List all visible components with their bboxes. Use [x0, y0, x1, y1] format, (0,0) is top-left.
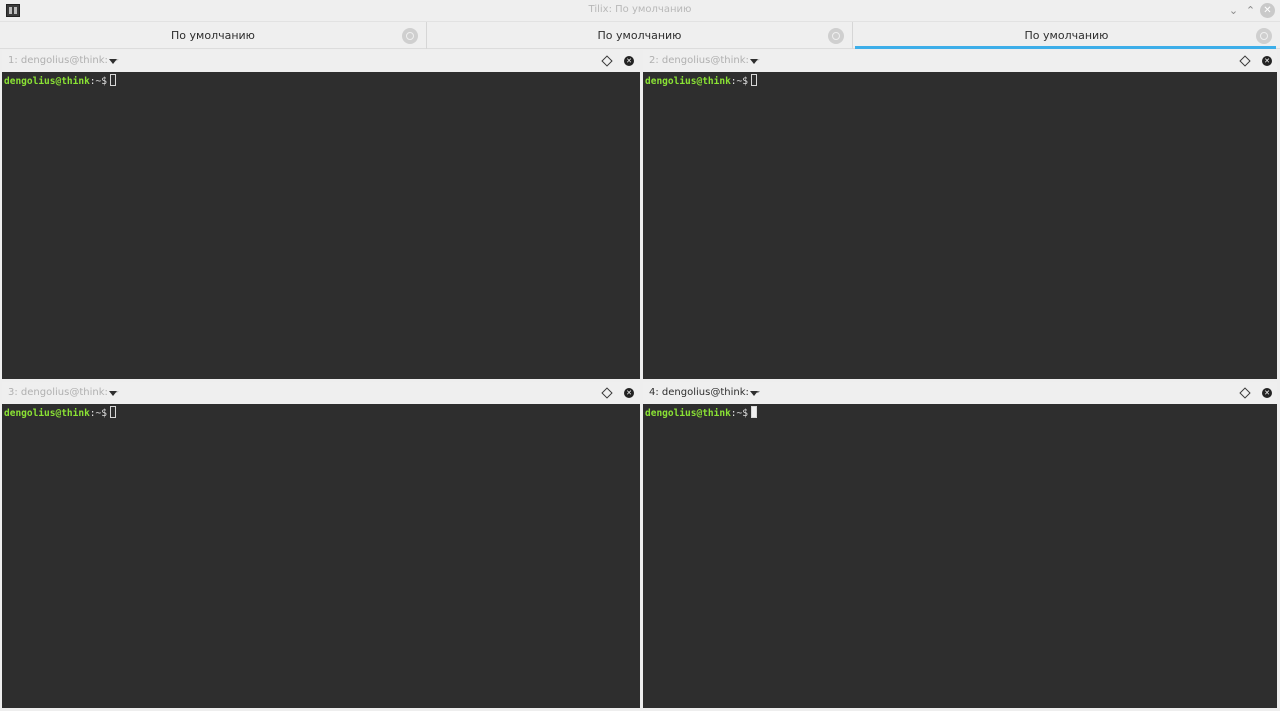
pane-header: 1: dengolius@think: ~ ✕ [2, 50, 640, 72]
window-title: Tilix: По умолчанию [588, 4, 692, 15]
close-pane-icon[interactable]: ✕ [1262, 56, 1272, 66]
pane-menu-chevron-icon[interactable] [109, 391, 117, 396]
close-session-icon[interactable] [1256, 28, 1272, 44]
session-tab-1[interactable]: По умолчанию [0, 22, 427, 49]
maximize-pane-icon[interactable] [1239, 387, 1251, 399]
minimize-icon[interactable]: ⌄ [1226, 3, 1241, 18]
session-tab-label: По умолчанию [171, 29, 255, 42]
prompt-path: :~$ [730, 76, 748, 87]
prompt-user: dengolius@think [4, 408, 90, 419]
terminal-cursor [109, 406, 116, 418]
terminal-pane-4[interactable]: 4: dengolius@think: ~ ✕ dengolius@think:… [643, 382, 1277, 708]
prompt-user: dengolius@think [4, 76, 90, 87]
session-tab-label: По умолчанию [1024, 29, 1109, 42]
terminal-pane-2[interactable]: 2: dengolius@think: ~ ✕ dengolius@think:… [643, 50, 1277, 379]
pane-title[interactable]: 3: dengolius@think: ~ [8, 387, 119, 398]
terminal-output[interactable]: dengolius@think:~$ [643, 72, 1277, 379]
close-pane-icon[interactable]: ✕ [624, 388, 634, 398]
pane-menu-chevron-icon[interactable] [750, 59, 758, 64]
pane-menu-chevron-icon[interactable] [109, 59, 117, 64]
maximize-pane-icon[interactable] [601, 55, 613, 67]
session-tab-bar: По умолчанию По умолчанию По умолчанию [0, 22, 1280, 49]
window-close-button[interactable]: ✕ [1260, 3, 1275, 18]
pane-title[interactable]: 1: dengolius@think: ~ [8, 55, 119, 66]
terminal-cursor [750, 406, 757, 418]
pane-header: 4: dengolius@think: ~ ✕ [643, 382, 1277, 404]
prompt-path: :~$ [89, 408, 107, 419]
shell-prompt: dengolius@think:~$ [645, 406, 1275, 420]
shell-prompt: dengolius@think:~$ [645, 74, 1275, 88]
maximize-icon[interactable]: ⌃ [1243, 3, 1258, 18]
close-pane-icon[interactable]: ✕ [1262, 388, 1272, 398]
session-tab-3[interactable]: По умолчанию [853, 22, 1280, 49]
shell-prompt: dengolius@think:~$ [4, 74, 638, 88]
terminal-pane-3[interactable]: 3: dengolius@think: ~ ✕ dengolius@think:… [2, 382, 640, 708]
close-session-icon[interactable] [828, 28, 844, 44]
pane-header: 2: dengolius@think: ~ ✕ [643, 50, 1277, 72]
pane-title[interactable]: 2: dengolius@think: ~ [649, 55, 760, 66]
close-pane-icon[interactable]: ✕ [624, 56, 634, 66]
session-tab-label: По умолчанию [597, 29, 682, 42]
prompt-path: :~$ [730, 408, 748, 419]
pane-title[interactable]: 4: dengolius@think: ~ [649, 387, 760, 398]
terminal-output[interactable]: dengolius@think:~$ [2, 404, 640, 708]
maximize-pane-icon[interactable] [601, 387, 613, 399]
title-bar: Tilix: По умолчанию ⌄ ⌃ ✕ [0, 0, 1280, 22]
shell-prompt: dengolius@think:~$ [4, 406, 638, 420]
prompt-user: dengolius@think [645, 408, 731, 419]
terminal-cursor [109, 74, 116, 86]
close-session-icon[interactable] [402, 28, 418, 44]
terminal-output[interactable]: dengolius@think:~$ [2, 72, 640, 379]
pane-menu-chevron-icon[interactable] [750, 391, 758, 396]
prompt-path: :~$ [89, 76, 107, 87]
terminal-cursor [750, 74, 757, 86]
prompt-user: dengolius@think [645, 76, 731, 87]
pane-header: 3: dengolius@think: ~ ✕ [2, 382, 640, 404]
terminal-pane-1[interactable]: 1: dengolius@think: ~ ✕ dengolius@think:… [2, 50, 640, 379]
session-tab-2[interactable]: По умолчанию [427, 22, 853, 49]
terminal-output[interactable]: dengolius@think:~$ [643, 404, 1277, 708]
maximize-pane-icon[interactable] [1239, 55, 1251, 67]
